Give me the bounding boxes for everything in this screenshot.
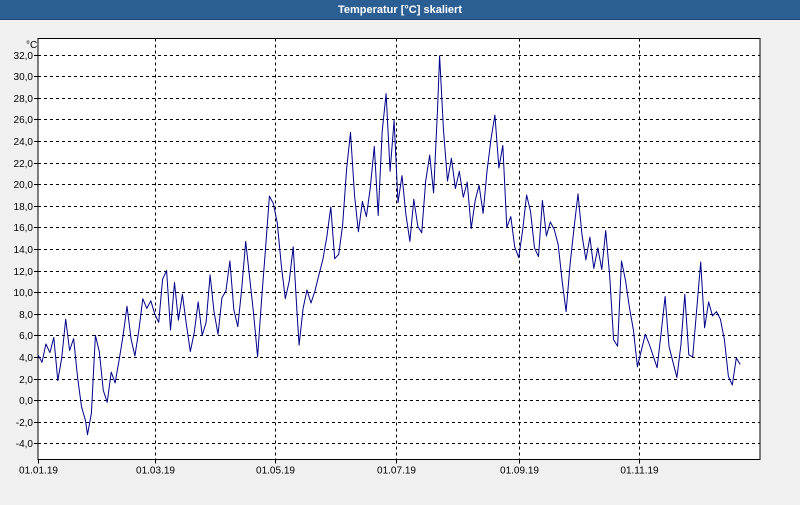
y-axis-unit-label: °C [26, 40, 37, 51]
x-tick-label: 01.09.19 [500, 466, 539, 477]
y-tick-label: 14,0 [14, 245, 34, 256]
temperature-line-chart: 32,0 30,0 28,0 26,0 24,0 22,0 20,0 18,0 16,0 14,0… [14, 38, 761, 477]
y-tick-label: 30,0 [14, 72, 34, 83]
y-tick-label: 12,0 [14, 267, 34, 278]
chart-window-title: Temperatur [°C] skaliert [0, 0, 800, 20]
y-tick-label: 10,0 [14, 288, 34, 299]
y-tick-label: -2,0 [16, 418, 34, 429]
y-tick-label: 18,0 [14, 202, 34, 213]
y-tick-label: 6,0 [19, 331, 33, 342]
y-tick-label: 20,0 [14, 180, 34, 191]
y-axis-ticks: 32,0 30,0 28,0 26,0 24,0 22,0 20,0 18,0 16,0 14,0… [14, 51, 38, 450]
x-tick-label: 01.11.19 [620, 466, 659, 477]
y-tick-label: 4,0 [19, 353, 33, 364]
y-tick-label: 8,0 [19, 310, 33, 321]
x-tick-label: 01.07.19 [377, 466, 416, 477]
y-tick-label: 0,0 [19, 396, 33, 407]
y-tick-label: 28,0 [14, 94, 34, 105]
x-tick-label: 01.03.19 [136, 466, 175, 477]
y-tick-label: 16,0 [14, 223, 34, 234]
y-tick-label: 32,0 [14, 51, 34, 62]
y-tick-label: -4,0 [16, 439, 34, 450]
y-tick-label: 22,0 [14, 159, 34, 170]
x-axis-ticks: 01.01.19 01.03.19 01.05.19 01.07.19 01.09.19… [19, 459, 659, 477]
y-tick-label: 2,0 [19, 375, 33, 386]
chart-area: 32,0 30,0 28,0 26,0 24,0 22,0 20,0 18,0 16,0 14,0… [0, 20, 800, 500]
x-tick-label: 01.05.19 [256, 466, 295, 477]
y-tick-label: 24,0 [14, 137, 34, 148]
x-tick-label: 01.01.19 [19, 466, 58, 477]
y-tick-label: 26,0 [14, 115, 34, 126]
